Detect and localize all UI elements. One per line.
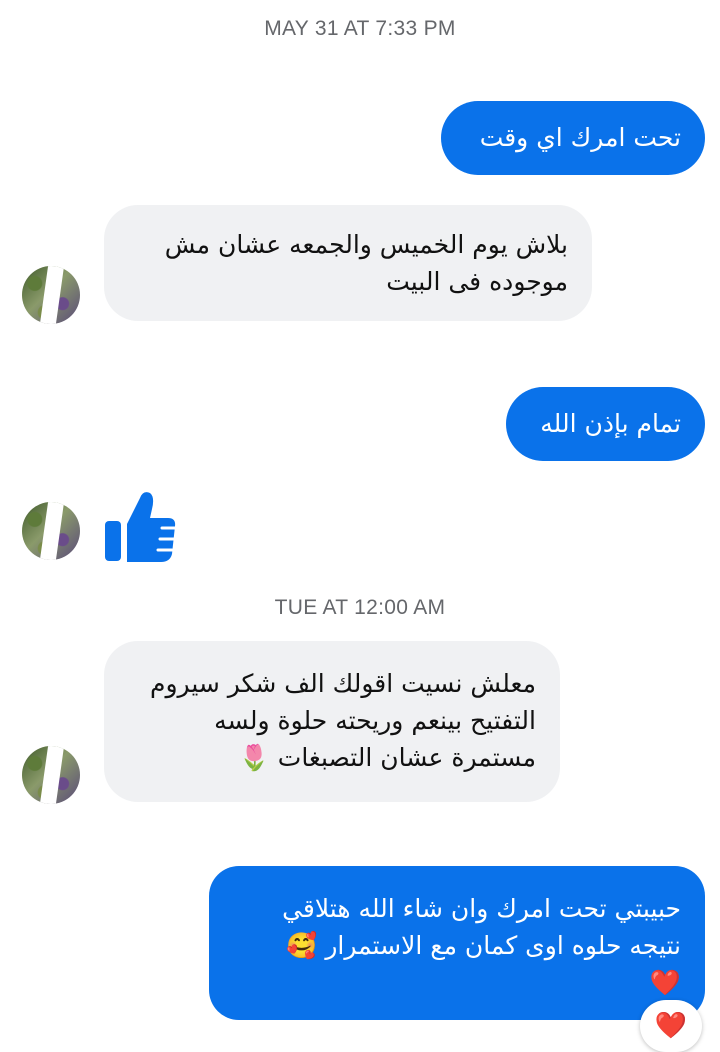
thumbs-up-icon[interactable]: [100, 488, 180, 564]
message-incoming[interactable]: معلش نسيت اقولك الف شكر سيروم التفتيح بي…: [104, 641, 560, 802]
contact-avatar[interactable]: [22, 502, 80, 560]
message-outgoing[interactable]: تحت امرك اي وقت: [441, 101, 705, 175]
heart-reaction[interactable]: ❤️: [640, 1000, 702, 1052]
message-outgoing[interactable]: تمام بإذن الله: [506, 387, 705, 461]
contact-avatar[interactable]: [22, 746, 80, 804]
message-incoming[interactable]: بلاش يوم الخميس والجمعه عشان مش موجوده ف…: [104, 205, 592, 321]
timestamp-tue: TUE AT 12:00 AM: [274, 596, 446, 619]
contact-avatar[interactable]: [22, 266, 80, 324]
timestamp-may31: MAY 31 AT 7:33 PM: [264, 17, 456, 40]
message-outgoing[interactable]: حبيبتي تحت امرك وان شاء الله هتلاقي نتيج…: [209, 866, 705, 1020]
